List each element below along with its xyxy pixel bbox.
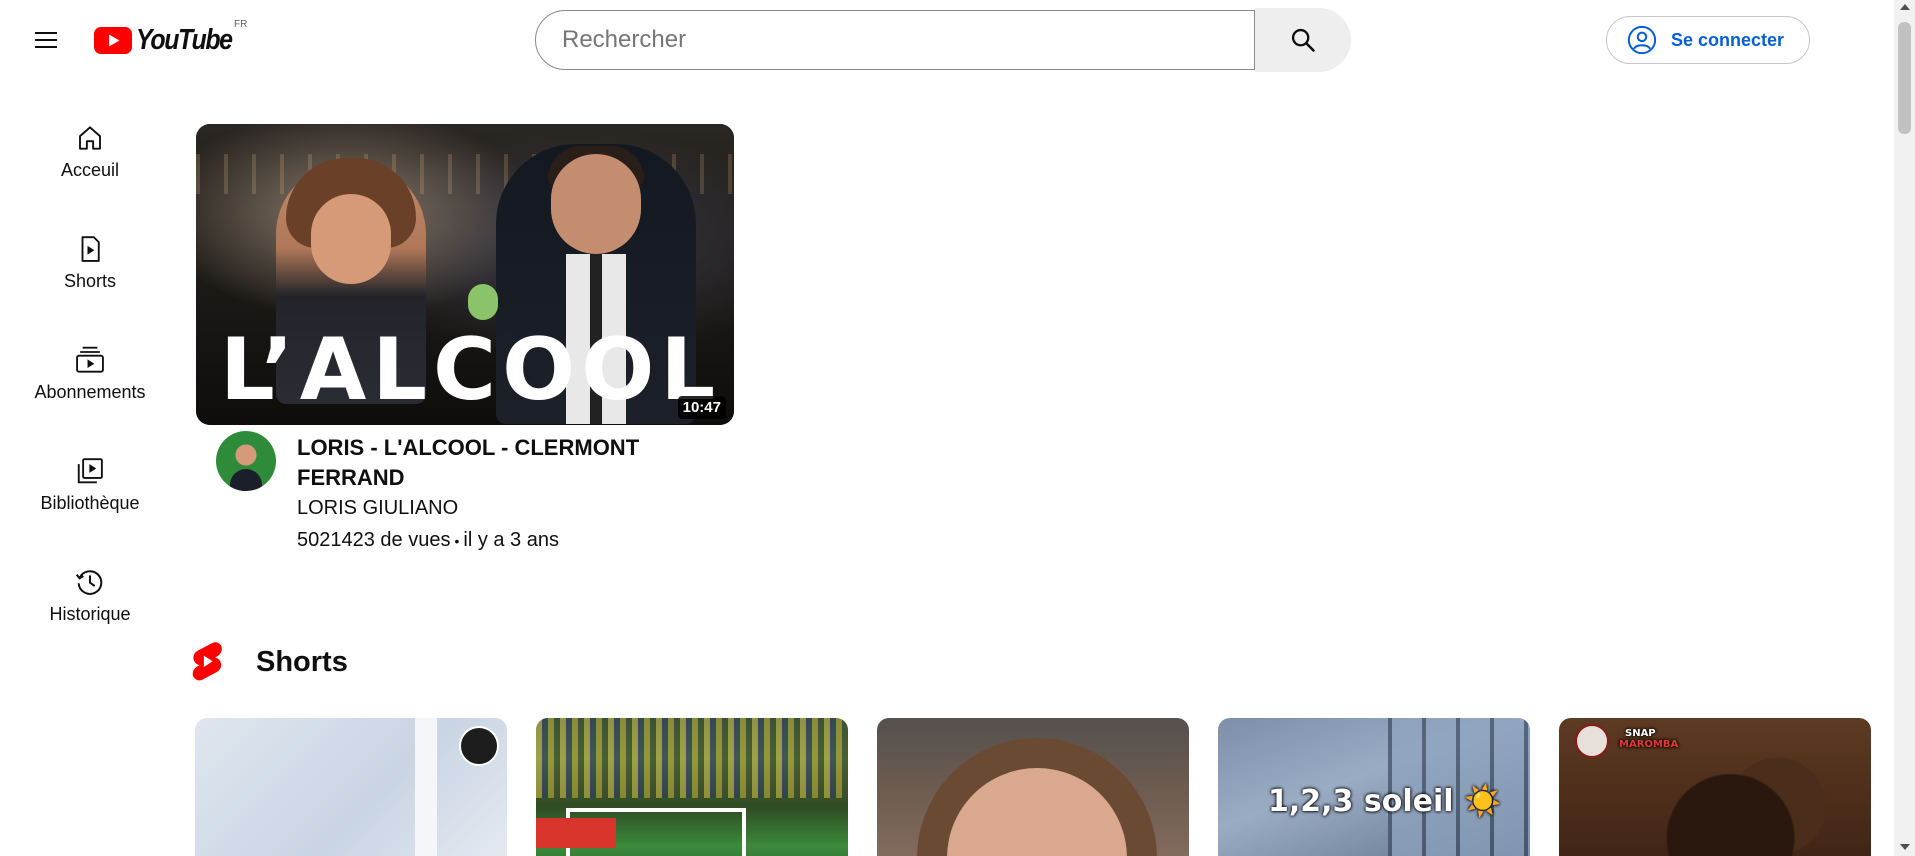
channel-watermark-icon (1575, 724, 1609, 758)
separator-dot: • (454, 532, 460, 549)
short-card[interactable] (195, 718, 507, 856)
page-scrollbar[interactable] (1894, 0, 1915, 856)
sign-in-label: Se connecter (1671, 29, 1785, 50)
view-count: 5021423 de vues (297, 529, 451, 551)
sidebar-item-history[interactable]: Historique (10, 556, 170, 652)
video-duration-badge: 10:47 (677, 396, 726, 419)
sidebar-item-label: Shorts (63, 271, 117, 291)
shorts-section-header: Shorts (190, 640, 348, 684)
short-card[interactable] (877, 718, 1189, 856)
video-title[interactable]: LORIS - L'ALCOOL - CLERMONT FERRAND (297, 433, 717, 493)
sidebar-item-label: Bibliothèque (40, 493, 140, 513)
scrollbar-thumb[interactable] (1898, 22, 1911, 134)
sidebar-item-library[interactable]: Bibliothèque (10, 445, 170, 541)
subscriptions-icon (74, 344, 106, 376)
search-box (535, 10, 1255, 70)
short-card[interactable]: SNAP MAROMBA (1559, 718, 1871, 856)
upload-age: il y a 3 ans (463, 529, 559, 551)
sidebar-item-label: Abonnements (34, 382, 146, 402)
video-stats: 5021423 de vues • il y a 3 ans (297, 529, 559, 552)
shorts-logo-icon (192, 642, 222, 681)
search-icon (1291, 28, 1315, 52)
youtube-logo[interactable]: YouTube FR (94, 19, 248, 58)
account-circle-icon (1627, 25, 1657, 55)
youtube-play-logo-icon (94, 26, 132, 54)
short-caption: 1,2,3 soleil ☀️ (1268, 784, 1502, 819)
search-input[interactable] (536, 11, 1254, 69)
short-card[interactable] (536, 718, 848, 856)
channel-avatar[interactable] (216, 431, 276, 491)
sidebar-item-label: Acceuil (60, 160, 120, 180)
sign-in-button[interactable]: Se connecter (1606, 16, 1810, 64)
search-button[interactable] (1255, 8, 1351, 72)
youtube-wordmark: YouTube (136, 23, 233, 56)
sidebar-item-home[interactable]: Acceuil (10, 112, 170, 208)
country-code: FR (234, 19, 248, 30)
short-badge-line2: MAROMBA (1619, 739, 1679, 750)
video-details: LORIS - L'ALCOOL - CLERMONT FERRAND LORI… (196, 425, 734, 565)
channel-name[interactable]: LORIS GIULIANO (297, 497, 458, 520)
short-card[interactable]: 1,2,3 soleil ☀️ (1218, 718, 1530, 856)
shorts-section-title: Shorts (256, 645, 348, 678)
scroll-up-arrow-icon[interactable] (1900, 4, 1910, 10)
sidebar-item-subscriptions[interactable]: Abonnements (10, 334, 170, 430)
home-icon (74, 122, 106, 154)
sidebar-item-label: Historique (49, 604, 131, 624)
short-badge-line1: SNAP (1625, 728, 1656, 739)
channel-watermark-icon (459, 726, 499, 766)
scroll-down-arrow-icon[interactable] (1900, 844, 1910, 850)
shorts-shelf: 1,2,3 soleil ☀️ SNAP MAROMBA (195, 718, 1875, 856)
microphone-graphic (468, 284, 498, 320)
thumbnail-overlay-text: L’ALCOOL (220, 320, 722, 420)
history-icon (74, 566, 106, 598)
menu-button[interactable] (26, 20, 66, 60)
shorts-icon (74, 233, 106, 265)
video-thumbnail[interactable]: L’ALCOOL 10:47 (196, 124, 734, 425)
hamburger-menu-icon (35, 32, 57, 48)
library-icon (74, 455, 106, 487)
masthead: YouTube FR Se connecter (0, 0, 1894, 82)
sidebar-item-shorts[interactable]: Shorts (10, 223, 170, 319)
video-card: L’ALCOOL 10:47 LORIS - L'ALCOOL - CLERMO… (196, 124, 734, 565)
